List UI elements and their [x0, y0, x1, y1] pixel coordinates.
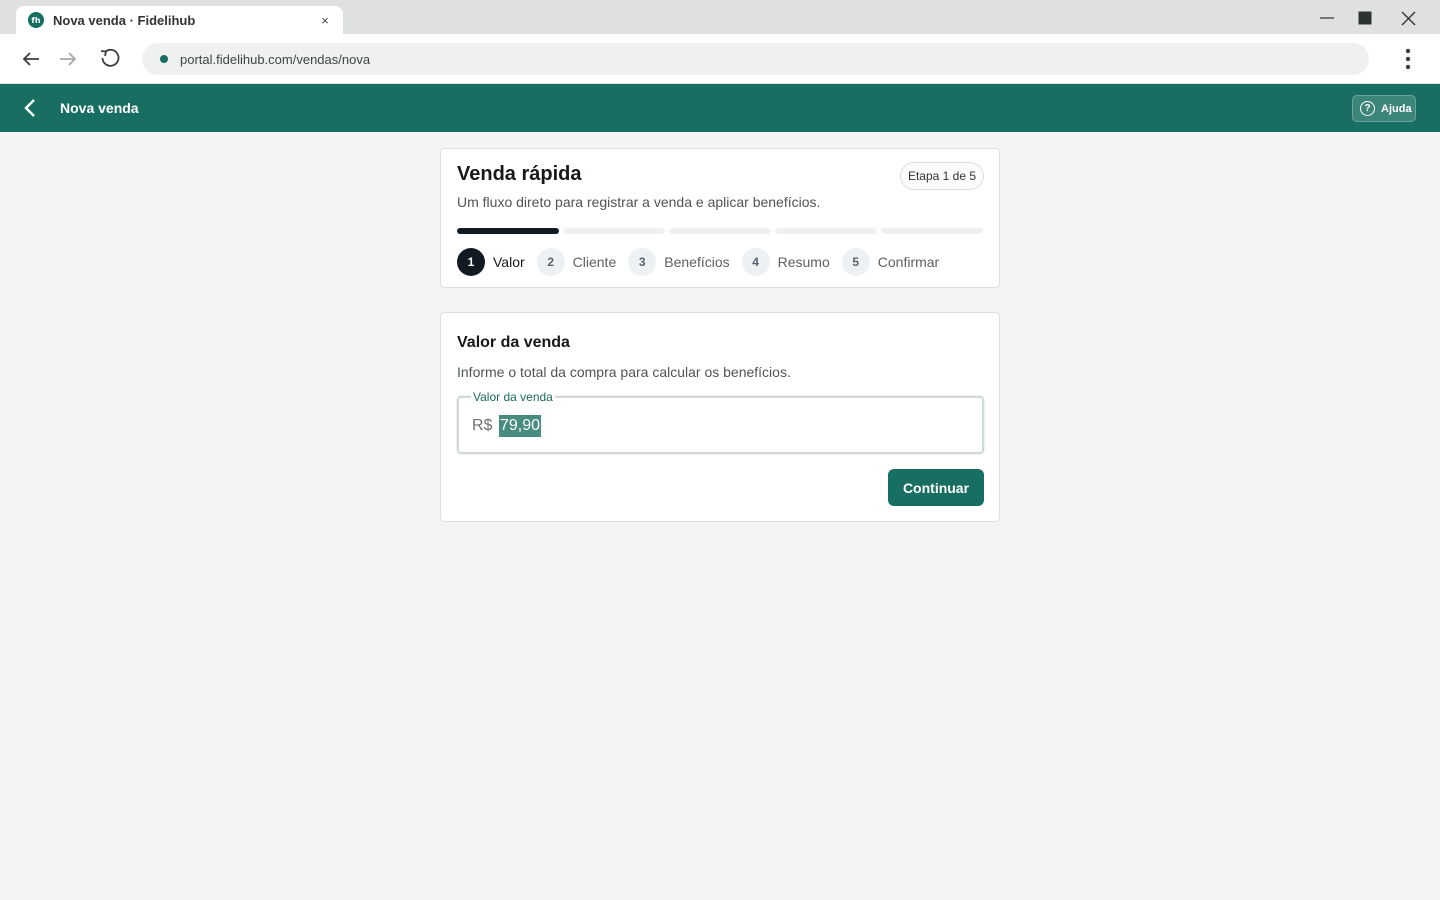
- currency-prefix: R$: [472, 417, 493, 434]
- browser-toolbar: portal.fidelihub.com/vendas/nova: [0, 34, 1440, 84]
- progress-segment-3: [669, 228, 771, 234]
- sale-amount-field[interactable]: Valor da venda R$ 79,90: [457, 390, 984, 454]
- continue-button[interactable]: Continuar: [888, 469, 984, 506]
- app-header: Nova venda ? Ajuda: [0, 84, 1440, 132]
- step-cliente[interactable]: 2 Cliente: [536, 248, 617, 276]
- step-label: Cliente: [572, 254, 617, 270]
- section-description: Informe o total da compra para calcular …: [457, 364, 791, 380]
- browser-menu-icon[interactable]: [1396, 46, 1420, 72]
- sale-value-card: Valor da venda Informe o total da compra…: [440, 312, 1000, 522]
- progress-segment-5: [881, 228, 983, 234]
- browser-tab[interactable]: fh Nova venda · Fidelihub ×: [16, 6, 343, 34]
- window-maximize-icon[interactable]: [1346, 6, 1384, 30]
- progress-segment-1: [457, 228, 559, 234]
- stepper-title: Venda rápida: [457, 163, 582, 185]
- field-label: Valor da venda: [471, 390, 555, 404]
- fidelihub-favicon-icon: fh: [28, 12, 44, 28]
- reload-icon[interactable]: [95, 45, 125, 73]
- step-number: 1: [457, 248, 485, 276]
- progress-segment-2: [563, 228, 665, 234]
- forward-arrow-icon[interactable]: [53, 45, 83, 73]
- help-label: Ajuda: [1381, 102, 1412, 115]
- step-number: 2: [536, 248, 565, 276]
- tab-title: Nova venda · Fidelihub: [53, 12, 196, 28]
- step-label: Resumo: [777, 254, 830, 270]
- sale-amount-input[interactable]: 79,90: [499, 415, 542, 437]
- step-count-badge: Etapa 1 de 5: [900, 162, 984, 190]
- section-title: Valor da venda: [457, 334, 570, 351]
- step-label: Valor: [493, 254, 525, 270]
- step-beneficios[interactable]: 3 Benefícios: [628, 248, 730, 276]
- window-minimize-icon[interactable]: [1308, 6, 1346, 30]
- step-number: 5: [841, 248, 870, 276]
- tab-close-icon[interactable]: ×: [317, 13, 333, 28]
- browser-tabstrip: fh Nova venda · Fidelihub ×: [0, 0, 1440, 34]
- address-bar[interactable]: portal.fidelihub.com/vendas/nova: [142, 43, 1369, 75]
- secure-site-icon: [160, 55, 168, 63]
- step-number: 4: [741, 248, 770, 276]
- step-list: 1 Valor 2 Cliente 3 Benefícios 4 Resumo …: [457, 248, 951, 276]
- back-arrow-icon[interactable]: [16, 45, 46, 73]
- step-valor[interactable]: 1 Valor: [457, 248, 525, 276]
- help-button[interactable]: ? Ajuda: [1352, 95, 1416, 122]
- window-close-icon[interactable]: [1389, 6, 1427, 30]
- page-title: Nova venda: [60, 100, 139, 116]
- url-text: portal.fidelihub.com/vendas/nova: [180, 51, 371, 67]
- stepper-subtitle: Um fluxo direto para registrar a venda e…: [457, 194, 821, 210]
- step-label: Confirmar: [877, 254, 940, 270]
- step-number: 3: [628, 248, 657, 276]
- progress-segment-4: [775, 228, 877, 234]
- step-label: Benefícios: [664, 254, 730, 270]
- step-confirmar[interactable]: 5 Confirmar: [841, 248, 940, 276]
- help-question-icon: ?: [1360, 101, 1375, 116]
- stepper-card: Venda rápida Um fluxo direto para regist…: [440, 148, 1000, 288]
- header-back-chevron-icon[interactable]: [18, 96, 42, 120]
- step-resumo[interactable]: 4 Resumo: [741, 248, 830, 276]
